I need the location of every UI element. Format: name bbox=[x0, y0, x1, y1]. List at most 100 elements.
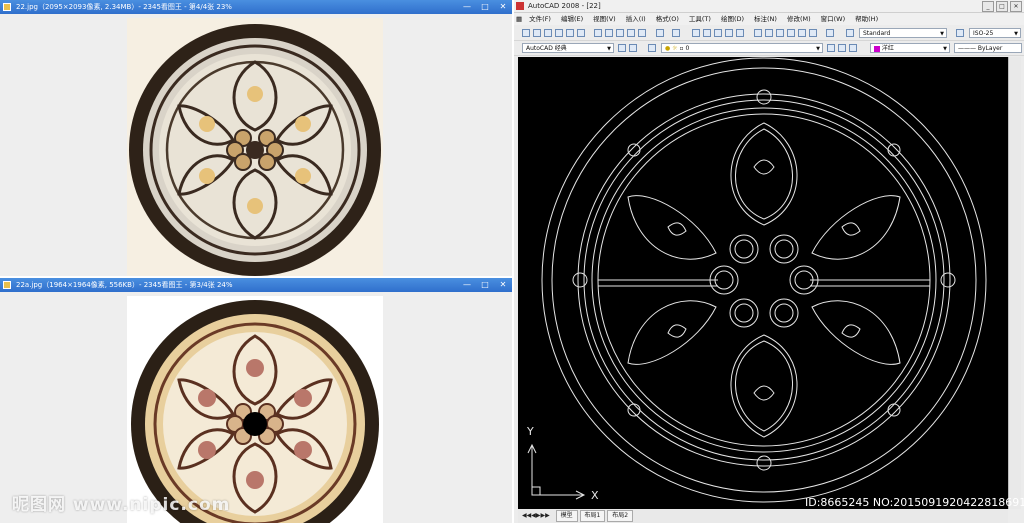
layers-toolbar: AutoCAD 经典 ▼ ● ☼ ▫ 0 ▼ 洋红 ▼ ——— ByLayer bbox=[514, 41, 1024, 56]
menu-insert[interactable]: 插入(I) bbox=[621, 13, 651, 25]
viewer-title-bar[interactable]: 22.jpg（2095×2093像素, 2.34MB）- 2345看图王 - 第… bbox=[0, 0, 512, 14]
undo-icon[interactable] bbox=[656, 29, 664, 37]
menu-help[interactable]: 帮助(H) bbox=[850, 13, 883, 25]
medallion-image[interactable] bbox=[127, 296, 383, 523]
menu-format[interactable]: 格式(O) bbox=[651, 13, 684, 25]
layout-tabs: ◀◀◀▶▶▶ 模型 布局1 布局2 bbox=[518, 509, 1008, 523]
tab-model[interactable]: 模型 bbox=[555, 510, 578, 522]
layer-select[interactable]: ● ☼ ▫ 0 ▼ bbox=[661, 43, 823, 53]
close-button[interactable]: ✕ bbox=[1010, 1, 1022, 12]
image-id-text: ID:8665245 NO:20150919204228186913 bbox=[805, 496, 1024, 509]
linetype-sample: ——— bbox=[958, 45, 976, 52]
autocad-title-bar[interactable]: AutoCAD 2008 - [22] _ □ ✕ bbox=[514, 0, 1024, 13]
menu-edit[interactable]: 编辑(E) bbox=[556, 13, 588, 25]
preview-icon[interactable] bbox=[566, 29, 574, 37]
design-center-icon[interactable] bbox=[765, 29, 773, 37]
color-swatch bbox=[874, 45, 880, 52]
maximize-button[interactable]: □ bbox=[478, 1, 492, 13]
text-style-icon[interactable] bbox=[846, 29, 854, 37]
close-button[interactable]: ✕ bbox=[496, 1, 510, 13]
quick-calc-icon[interactable] bbox=[809, 29, 817, 37]
redo-icon[interactable] bbox=[672, 29, 680, 37]
chevron-down-icon: ▼ bbox=[940, 31, 944, 37]
bulb-icon: ● bbox=[665, 45, 671, 52]
publish-icon[interactable] bbox=[577, 29, 585, 37]
tool-palettes-icon[interactable] bbox=[776, 29, 784, 37]
zoom-extents-icon[interactable] bbox=[736, 29, 744, 37]
lock-icon: ▫ bbox=[679, 45, 684, 52]
menu-dimension[interactable]: 标注(N) bbox=[749, 13, 782, 25]
make-current-layer-icon[interactable] bbox=[827, 44, 835, 52]
new-icon[interactable] bbox=[522, 29, 530, 37]
maximize-button[interactable]: □ bbox=[478, 279, 492, 291]
color-value: 洋红 bbox=[881, 45, 894, 52]
viewer-title: 22a.jpg（1964×1964像素, 556KB）- 2345看图王 - 第… bbox=[16, 281, 233, 289]
viewer-title-bar[interactable]: 22a.jpg（1964×1964像素, 556KB）- 2345看图王 - 第… bbox=[0, 278, 512, 292]
ucs-y-label: Y bbox=[526, 425, 534, 438]
dim-style-value: ISO-25 bbox=[973, 30, 994, 37]
minimize-button[interactable]: — bbox=[460, 279, 474, 291]
marble-medallion-photo bbox=[129, 24, 381, 276]
print-icon[interactable] bbox=[555, 29, 563, 37]
medallion-image[interactable] bbox=[127, 18, 383, 276]
zoom-realtime-icon[interactable] bbox=[703, 29, 711, 37]
watermark-text: 昵图网 www.nipic.com bbox=[12, 495, 231, 515]
viewer-window-top: 22.jpg（2095×2093像素, 2.34MB）- 2345看图王 - 第… bbox=[0, 0, 512, 276]
dim-style-select[interactable]: ISO-25 ▼ bbox=[969, 28, 1021, 38]
document-icon[interactable]: ▦ bbox=[514, 13, 524, 25]
layer-previous-icon[interactable] bbox=[838, 44, 846, 52]
copy-icon[interactable] bbox=[605, 29, 613, 37]
minimize-button[interactable]: _ bbox=[982, 1, 994, 12]
sheet-set-icon[interactable] bbox=[787, 29, 795, 37]
help-icon[interactable] bbox=[826, 29, 834, 37]
maximize-button[interactable]: □ bbox=[996, 1, 1008, 12]
markup-icon[interactable] bbox=[798, 29, 806, 37]
menu-modify[interactable]: 修改(M) bbox=[782, 13, 816, 25]
menu-view[interactable]: 视图(V) bbox=[588, 13, 621, 25]
pan-icon[interactable] bbox=[692, 29, 700, 37]
linetype-value: ByLayer bbox=[977, 45, 1003, 52]
match-properties-icon[interactable] bbox=[627, 29, 635, 37]
menu-draw[interactable]: 绘图(D) bbox=[716, 13, 749, 25]
ucs-icon bbox=[527, 443, 586, 500]
dim-style-icon[interactable] bbox=[956, 29, 964, 37]
viewer-canvas bbox=[0, 14, 512, 276]
open-icon[interactable] bbox=[533, 29, 541, 37]
chevron-down-icon: ▼ bbox=[1014, 31, 1018, 37]
menu-bar: ▦ 文件(F) 编辑(E) 视图(V) 插入(I) 格式(O) 工具(T) 绘图… bbox=[514, 13, 1024, 25]
vertical-scrollbar[interactable] bbox=[1008, 57, 1021, 509]
viewer-canvas bbox=[0, 292, 512, 523]
color-select[interactable]: 洋红 ▼ bbox=[870, 43, 950, 53]
close-button[interactable]: ✕ bbox=[496, 279, 510, 291]
tab-nav-icon[interactable]: ◀◀◀▶▶▶ bbox=[518, 511, 554, 521]
menu-window[interactable]: 窗口(W) bbox=[816, 13, 851, 25]
properties-icon[interactable] bbox=[754, 29, 762, 37]
workspace-settings-icon[interactable] bbox=[618, 44, 626, 52]
workspace-select[interactable]: AutoCAD 经典 ▼ bbox=[522, 43, 614, 53]
chevron-down-icon: ▼ bbox=[816, 46, 820, 52]
autocad-title: AutoCAD 2008 - [22] bbox=[528, 2, 601, 10]
text-style-value: Standard bbox=[863, 30, 891, 37]
block-editor-icon[interactable] bbox=[638, 29, 646, 37]
beige-medallion-photo bbox=[131, 300, 379, 523]
cut-icon[interactable] bbox=[594, 29, 602, 37]
drawing-canvas[interactable]: Y X bbox=[518, 57, 1008, 509]
layer-manager-icon[interactable] bbox=[648, 44, 656, 52]
linetype-select[interactable]: ——— ByLayer bbox=[954, 43, 1022, 53]
zoom-window-icon[interactable] bbox=[714, 29, 722, 37]
menu-file[interactable]: 文件(F) bbox=[524, 13, 556, 25]
workspace-value: AutoCAD 经典 bbox=[526, 45, 567, 52]
text-style-select[interactable]: Standard ▼ bbox=[859, 28, 947, 38]
app-icon bbox=[3, 3, 11, 11]
layer-states-icon[interactable] bbox=[849, 44, 857, 52]
sun-icon: ☼ bbox=[672, 45, 678, 52]
zoom-previous-icon[interactable] bbox=[725, 29, 733, 37]
tab-layout1[interactable]: 布局1 bbox=[579, 510, 606, 522]
save-icon[interactable] bbox=[544, 29, 552, 37]
workspace-save-icon[interactable] bbox=[629, 44, 637, 52]
menu-tools[interactable]: 工具(T) bbox=[684, 13, 716, 25]
paste-icon[interactable] bbox=[616, 29, 624, 37]
tab-layout2[interactable]: 布局2 bbox=[607, 510, 634, 522]
minimize-button[interactable]: — bbox=[460, 1, 474, 13]
standard-toolbar: Standard ▼ ISO-25 ▼ bbox=[514, 26, 1024, 41]
